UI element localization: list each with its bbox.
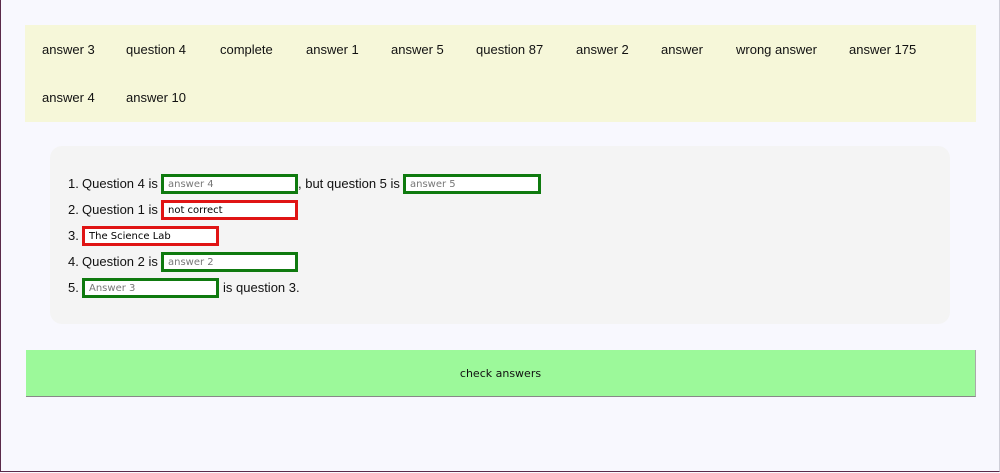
question-4: 4. Question 2 is [68, 252, 308, 272]
word-chip[interactable]: answer 3 [42, 42, 95, 58]
question-text: Question 4 is [82, 176, 158, 191]
word-chip[interactable]: answer 2 [576, 42, 629, 58]
question-text: Question 1 is [82, 202, 158, 217]
word-chip[interactable]: answer 4 [42, 90, 95, 106]
answer-field-2[interactable] [161, 200, 298, 220]
word-bank: answer 3 question 4 complete answer 1 an… [25, 25, 976, 122]
question-number: 4. [68, 254, 79, 269]
word-chip[interactable]: wrong answer [736, 42, 817, 58]
answer-field-4[interactable] [161, 252, 298, 272]
question-text: Question 2 is [82, 254, 158, 269]
answer-field-1a[interactable] [161, 174, 298, 194]
word-chip[interactable]: answer 1 [306, 42, 359, 58]
question-text: is question 3. [223, 280, 300, 295]
word-chip[interactable]: answer [661, 42, 703, 58]
question-number: 1. [68, 176, 79, 191]
question-5: 5. is question 3. [68, 278, 328, 298]
question-number: 3. [68, 228, 79, 243]
question-2: 2. Question 1 is [68, 200, 308, 220]
answer-field-5[interactable] [82, 278, 219, 298]
word-chip[interactable]: question 4 [126, 42, 186, 58]
word-chip[interactable]: answer 10 [126, 90, 186, 106]
question-number: 5. [68, 280, 79, 295]
answer-field-1b[interactable] [403, 174, 541, 194]
question-number: 2. [68, 202, 79, 217]
question-3: 3. [68, 226, 228, 246]
word-chip[interactable]: complete [220, 42, 273, 58]
word-chip[interactable]: question 87 [476, 42, 543, 58]
question-1: 1. Question 4 is , but question 5 is [68, 174, 548, 194]
answer-field-3[interactable] [82, 226, 219, 246]
check-answers-button[interactable]: check answers [26, 350, 976, 397]
word-chip[interactable]: answer 175 [849, 42, 916, 58]
word-chip[interactable]: answer 5 [391, 42, 444, 58]
question-text: , but question 5 is [298, 176, 400, 191]
